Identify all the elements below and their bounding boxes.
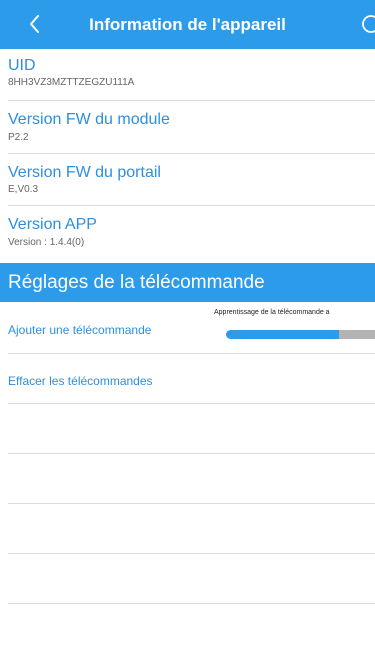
- remote-settings-title: Réglages de la télécommande: [8, 272, 265, 293]
- list-item: [0, 553, 375, 604]
- list-item: [0, 453, 375, 504]
- page-title: Information de l'appareil: [89, 15, 286, 34]
- clear-remotes-label: Effacer les télécommandes: [8, 374, 153, 388]
- back-button[interactable]: [26, 10, 50, 38]
- uid-value: 8HH3VZ3MZTTZEGZU111A: [8, 77, 135, 88]
- divider: [8, 603, 375, 604]
- progress-caption: Apprentissage de la télécommande a: [214, 309, 330, 316]
- info-row-module-fw: Version FW du module P2.2: [0, 101, 375, 154]
- info-row-app-version: Version APP Version : 1.4.4(0): [0, 206, 375, 263]
- portal-fw-value: E,V0.3: [8, 184, 39, 195]
- chevron-left-icon: [30, 15, 39, 33]
- progress-bar: [226, 330, 375, 339]
- remote-settings-header: Réglages de la télécommande: [0, 263, 375, 302]
- add-remote-label: Ajouter une télécommande: [8, 323, 152, 337]
- device-info-screen: Information de l'appareil UID 8HH3VZ3MZT…: [0, 0, 375, 652]
- uid-label: UID: [8, 57, 36, 74]
- progress-fill: [226, 330, 340, 339]
- app-version-value: Version : 1.4.4(0): [8, 237, 85, 248]
- list-item: [0, 503, 375, 554]
- info-row-portal-fw: Version FW du portail E,V0.3: [0, 154, 375, 206]
- refresh-icon: [362, 15, 375, 33]
- module-fw-value: P2.2: [8, 132, 29, 143]
- portal-fw-label: Version FW du portail: [8, 164, 161, 181]
- list-item: [0, 403, 375, 454]
- app-version-label: Version APP: [8, 216, 97, 233]
- info-row-uid: UID 8HH3VZ3MZTTZEGZU111A: [0, 49, 375, 101]
- refresh-button[interactable]: [360, 13, 375, 35]
- module-fw-label: Version FW du module: [8, 111, 170, 128]
- top-bar: Information de l'appareil: [0, 0, 375, 49]
- learning-progress: Apprentissage de la télécommande a: [214, 306, 375, 346]
- clear-remotes-button[interactable]: Effacer les télécommandes: [0, 353, 375, 404]
